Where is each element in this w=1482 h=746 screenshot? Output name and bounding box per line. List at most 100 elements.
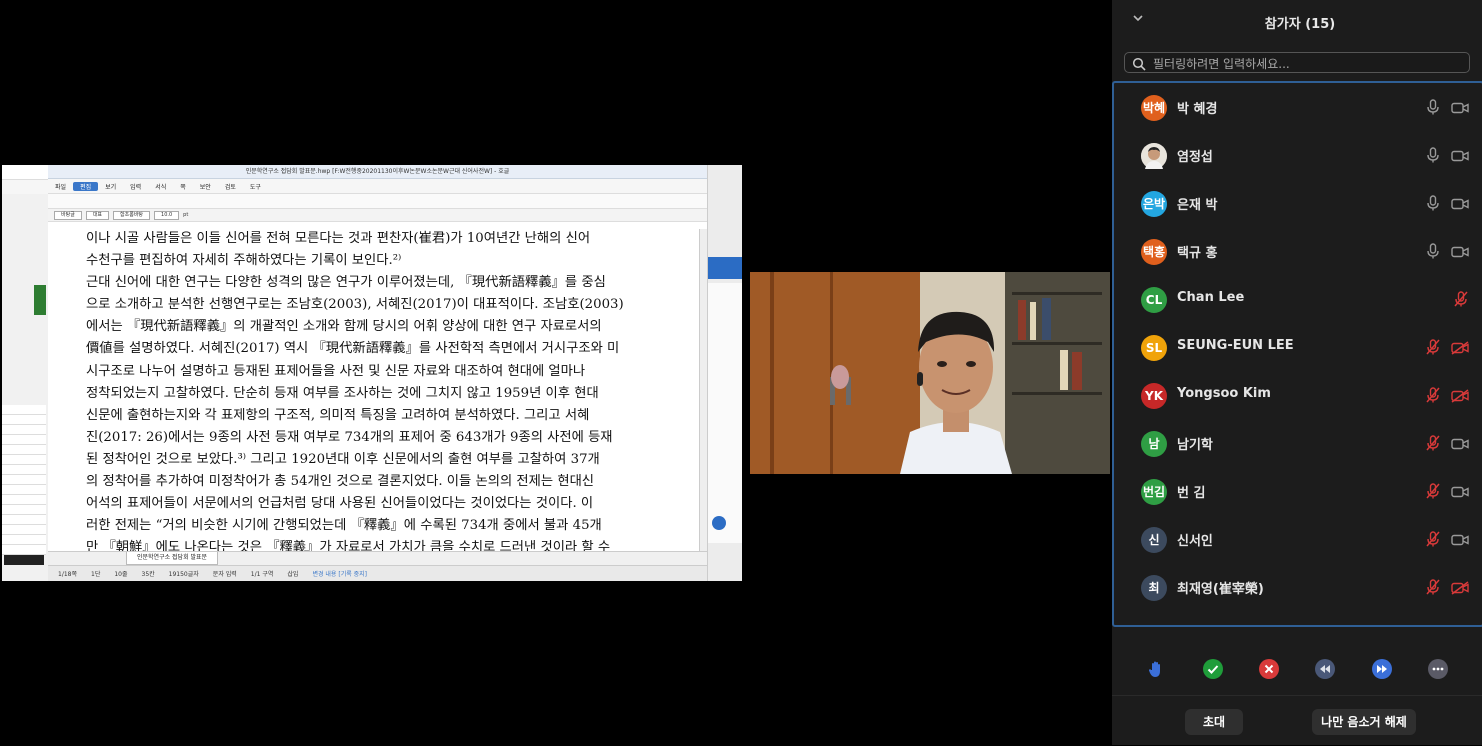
participant-row[interactable]: 염정섭 [1114, 131, 1482, 179]
mic-icon[interactable] [1426, 243, 1440, 259]
mic-muted-icon[interactable] [1426, 483, 1440, 499]
menu-page[interactable]: 쪽 [173, 182, 193, 191]
video-off-icon[interactable] [1451, 388, 1469, 403]
hwp-editor-window: 인문학연구소 접담회 발표문.hwp [F:W전행중20201130이후W논문W… [48, 165, 708, 581]
mic-icon[interactable] [1426, 147, 1440, 163]
mic-muted-icon[interactable] [1426, 435, 1440, 451]
avatar: YK [1141, 383, 1167, 409]
doc-line: 價値를 설명하였다. 서혜진(2017) 역시 『現代新語釋義』를 사전학적 측… [86, 341, 620, 357]
participant-row[interactable]: CL Chan Lee [1114, 275, 1482, 323]
invite-button[interactable]: 초대 [1185, 709, 1243, 735]
doc-line: 에서는 『現代新語釋義』의 개괄적인 소개와 함께 당시의 어휘 양상에 대한 … [86, 319, 602, 335]
more-icon [1432, 667, 1444, 671]
avatar: 최 [1141, 575, 1167, 601]
participant-row[interactable]: 택홍 택규 홍 [1114, 227, 1482, 275]
font-select[interactable]: 함초롬바탕 [113, 210, 151, 220]
filter-input[interactable] [1151, 54, 1465, 73]
participant-name: 남기학 [1177, 438, 1213, 453]
participant-row[interactable]: 최 최재영(崔宰榮) [1114, 563, 1482, 611]
participant-name: 염정섭 [1177, 150, 1213, 165]
tab-document[interactable]: 인문학연구소 접담회 발표문 [126, 552, 219, 565]
participant-row[interactable]: 박혜 박 혜경 [1114, 83, 1482, 131]
video-off-icon[interactable] [1451, 580, 1469, 595]
menu-insert[interactable]: 입력 [123, 182, 148, 191]
video-icon[interactable] [1451, 196, 1469, 210]
doc-line: 만 『朝鮮』에도 나온다는 것은 『釋義』가 자료로서 가치가 큼을 수치로 드… [86, 540, 611, 551]
hwp-title-bar: 인문학연구소 접담회 발표문.hwp [F:W전행중20201130이후W논문W… [48, 165, 707, 179]
video-icon[interactable] [1451, 484, 1469, 498]
no-button[interactable] [1259, 659, 1279, 679]
search-icon [1132, 56, 1146, 75]
video-icon[interactable] [1451, 100, 1469, 114]
shared-background-window-right [707, 165, 742, 581]
status-track: 변경 내용 [기록 중지] [312, 571, 368, 578]
video-icon[interactable] [1451, 244, 1469, 258]
participant-row[interactable]: 번김 번 김 [1114, 467, 1482, 515]
participant-row[interactable]: YK Yongsoo Kim [1114, 371, 1482, 419]
panel-title: 참가자 (15) [1264, 17, 1336, 32]
go-slower-button[interactable] [1315, 659, 1335, 679]
document-page[interactable]: 이나 시골 사람들은 이들 신어를 전혀 모른다는 것과 편찬자(崔君)가 10… [48, 229, 699, 551]
avatar: SL [1141, 335, 1167, 361]
style-select[interactable]: 바탕글 [54, 210, 82, 220]
menu-format[interactable]: 서식 [148, 182, 173, 191]
speaker-video[interactable] [750, 272, 1110, 474]
mic-muted-icon[interactable] [1426, 339, 1440, 355]
avatar [1141, 143, 1167, 169]
doc-line: 으로 소개하고 분석한 선행연구로는 조남호(2003), 서혜진(2017)이… [86, 297, 624, 313]
menu-view[interactable]: 보기 [98, 182, 123, 191]
mic-muted-icon[interactable] [1426, 579, 1440, 595]
doc-line: 정착되었는지 고찰하였다. 단순히 등재 여부를 조사하는 것에 그치지 않고 … [86, 385, 599, 401]
hwp-tab-bar: 인문학연구소 접담회 발표문 [48, 551, 707, 565]
raise-hand-icon [1148, 661, 1160, 677]
doc-line: 시구조로 나누어 설명하고 등재된 표제어들을 사전 및 신문 자료와 대조하여… [86, 363, 586, 379]
video-off-icon[interactable] [1451, 340, 1469, 355]
video-icon[interactable] [1451, 148, 1469, 162]
menu-security[interactable]: 보안 [193, 182, 218, 191]
fast-forward-icon [1377, 665, 1387, 673]
status-page: 1/18쪽 [58, 571, 77, 578]
reaction-bar [1112, 655, 1482, 683]
participant-name: 신서인 [1177, 534, 1213, 549]
participant-row[interactable]: SL SEUNG-EUN LEE [1114, 323, 1482, 371]
participant-name: SEUNG-EUN LEE [1177, 338, 1294, 353]
participant-filter[interactable] [1124, 52, 1470, 73]
doc-line: 근대 신어에 대한 연구는 다양한 성격의 많은 연구가 이루어졌는데, 『現代… [86, 275, 606, 291]
mic-muted-icon[interactable] [1426, 387, 1440, 403]
font-size-select[interactable]: 10.0 [154, 210, 180, 220]
shared-background-window-left [2, 165, 49, 581]
participant-row[interactable]: 은박 은재 박 [1114, 179, 1482, 227]
avatar: 신 [1141, 527, 1167, 553]
hwp-window-title: 인문학연구소 접담회 발표문.hwp [F:W전행중20201130이후W논문W… [245, 168, 510, 175]
menu-review[interactable]: 검토 [218, 182, 243, 191]
doc-line: 러한 전제는 “거의 비슷한 시기에 간행되었는데 『釋義』에 수록된 734개… [86, 518, 602, 534]
menu-tools[interactable]: 도구 [243, 182, 268, 191]
participant-row[interactable]: 신 신서인 [1114, 515, 1482, 563]
raise-hand-button[interactable] [1146, 659, 1166, 679]
unmute-me-button[interactable]: 나만 음소거 해제 [1312, 709, 1416, 735]
hwp-menu-bar: 파일 편집 보기 입력 서식 쪽 보안 검토 도구 [48, 179, 707, 194]
menu-edit[interactable]: 편집 [73, 181, 99, 191]
hwp-format-toolbar: 바탕글 대표 함초롬바탕 10.0 pt [48, 209, 707, 222]
yes-button[interactable] [1203, 659, 1223, 679]
more-button[interactable] [1428, 659, 1448, 679]
menu-file[interactable]: 파일 [48, 182, 73, 191]
video-icon[interactable] [1451, 532, 1469, 546]
rep-select[interactable]: 대표 [85, 210, 110, 220]
participants-panel: 참가자 (15) 박혜 박 혜경염정섭은박 은재 박택홍 택규 홍 CL Chan Lee… [1112, 0, 1482, 745]
rewind-icon [1320, 665, 1330, 673]
panel-header: 참가자 (15) [1112, 0, 1482, 44]
mic-icon[interactable] [1426, 195, 1440, 211]
doc-line: 된 정착어인 것으로 보았다.³⁾ 그리고 1920년대 이후 신문에서의 출현… [86, 451, 600, 467]
go-faster-button[interactable] [1372, 659, 1392, 679]
mic-muted-icon[interactable] [1426, 531, 1440, 547]
status-line: 10줄 [114, 571, 128, 578]
mic-icon[interactable] [1426, 99, 1440, 115]
video-icon[interactable] [1451, 436, 1469, 450]
participant-name: Yongsoo Kim [1177, 386, 1271, 401]
participant-name: 택규 홍 [1177, 246, 1218, 261]
avatar: 은박 [1141, 191, 1167, 217]
participant-row[interactable]: 남 남기학 [1114, 419, 1482, 467]
mic-muted-icon[interactable] [1454, 291, 1468, 307]
participant-list: 박혜 박 혜경염정섭은박 은재 박 택홍 택규 홍 CL Chan Lee SL SEUNG-E… [1112, 81, 1482, 627]
